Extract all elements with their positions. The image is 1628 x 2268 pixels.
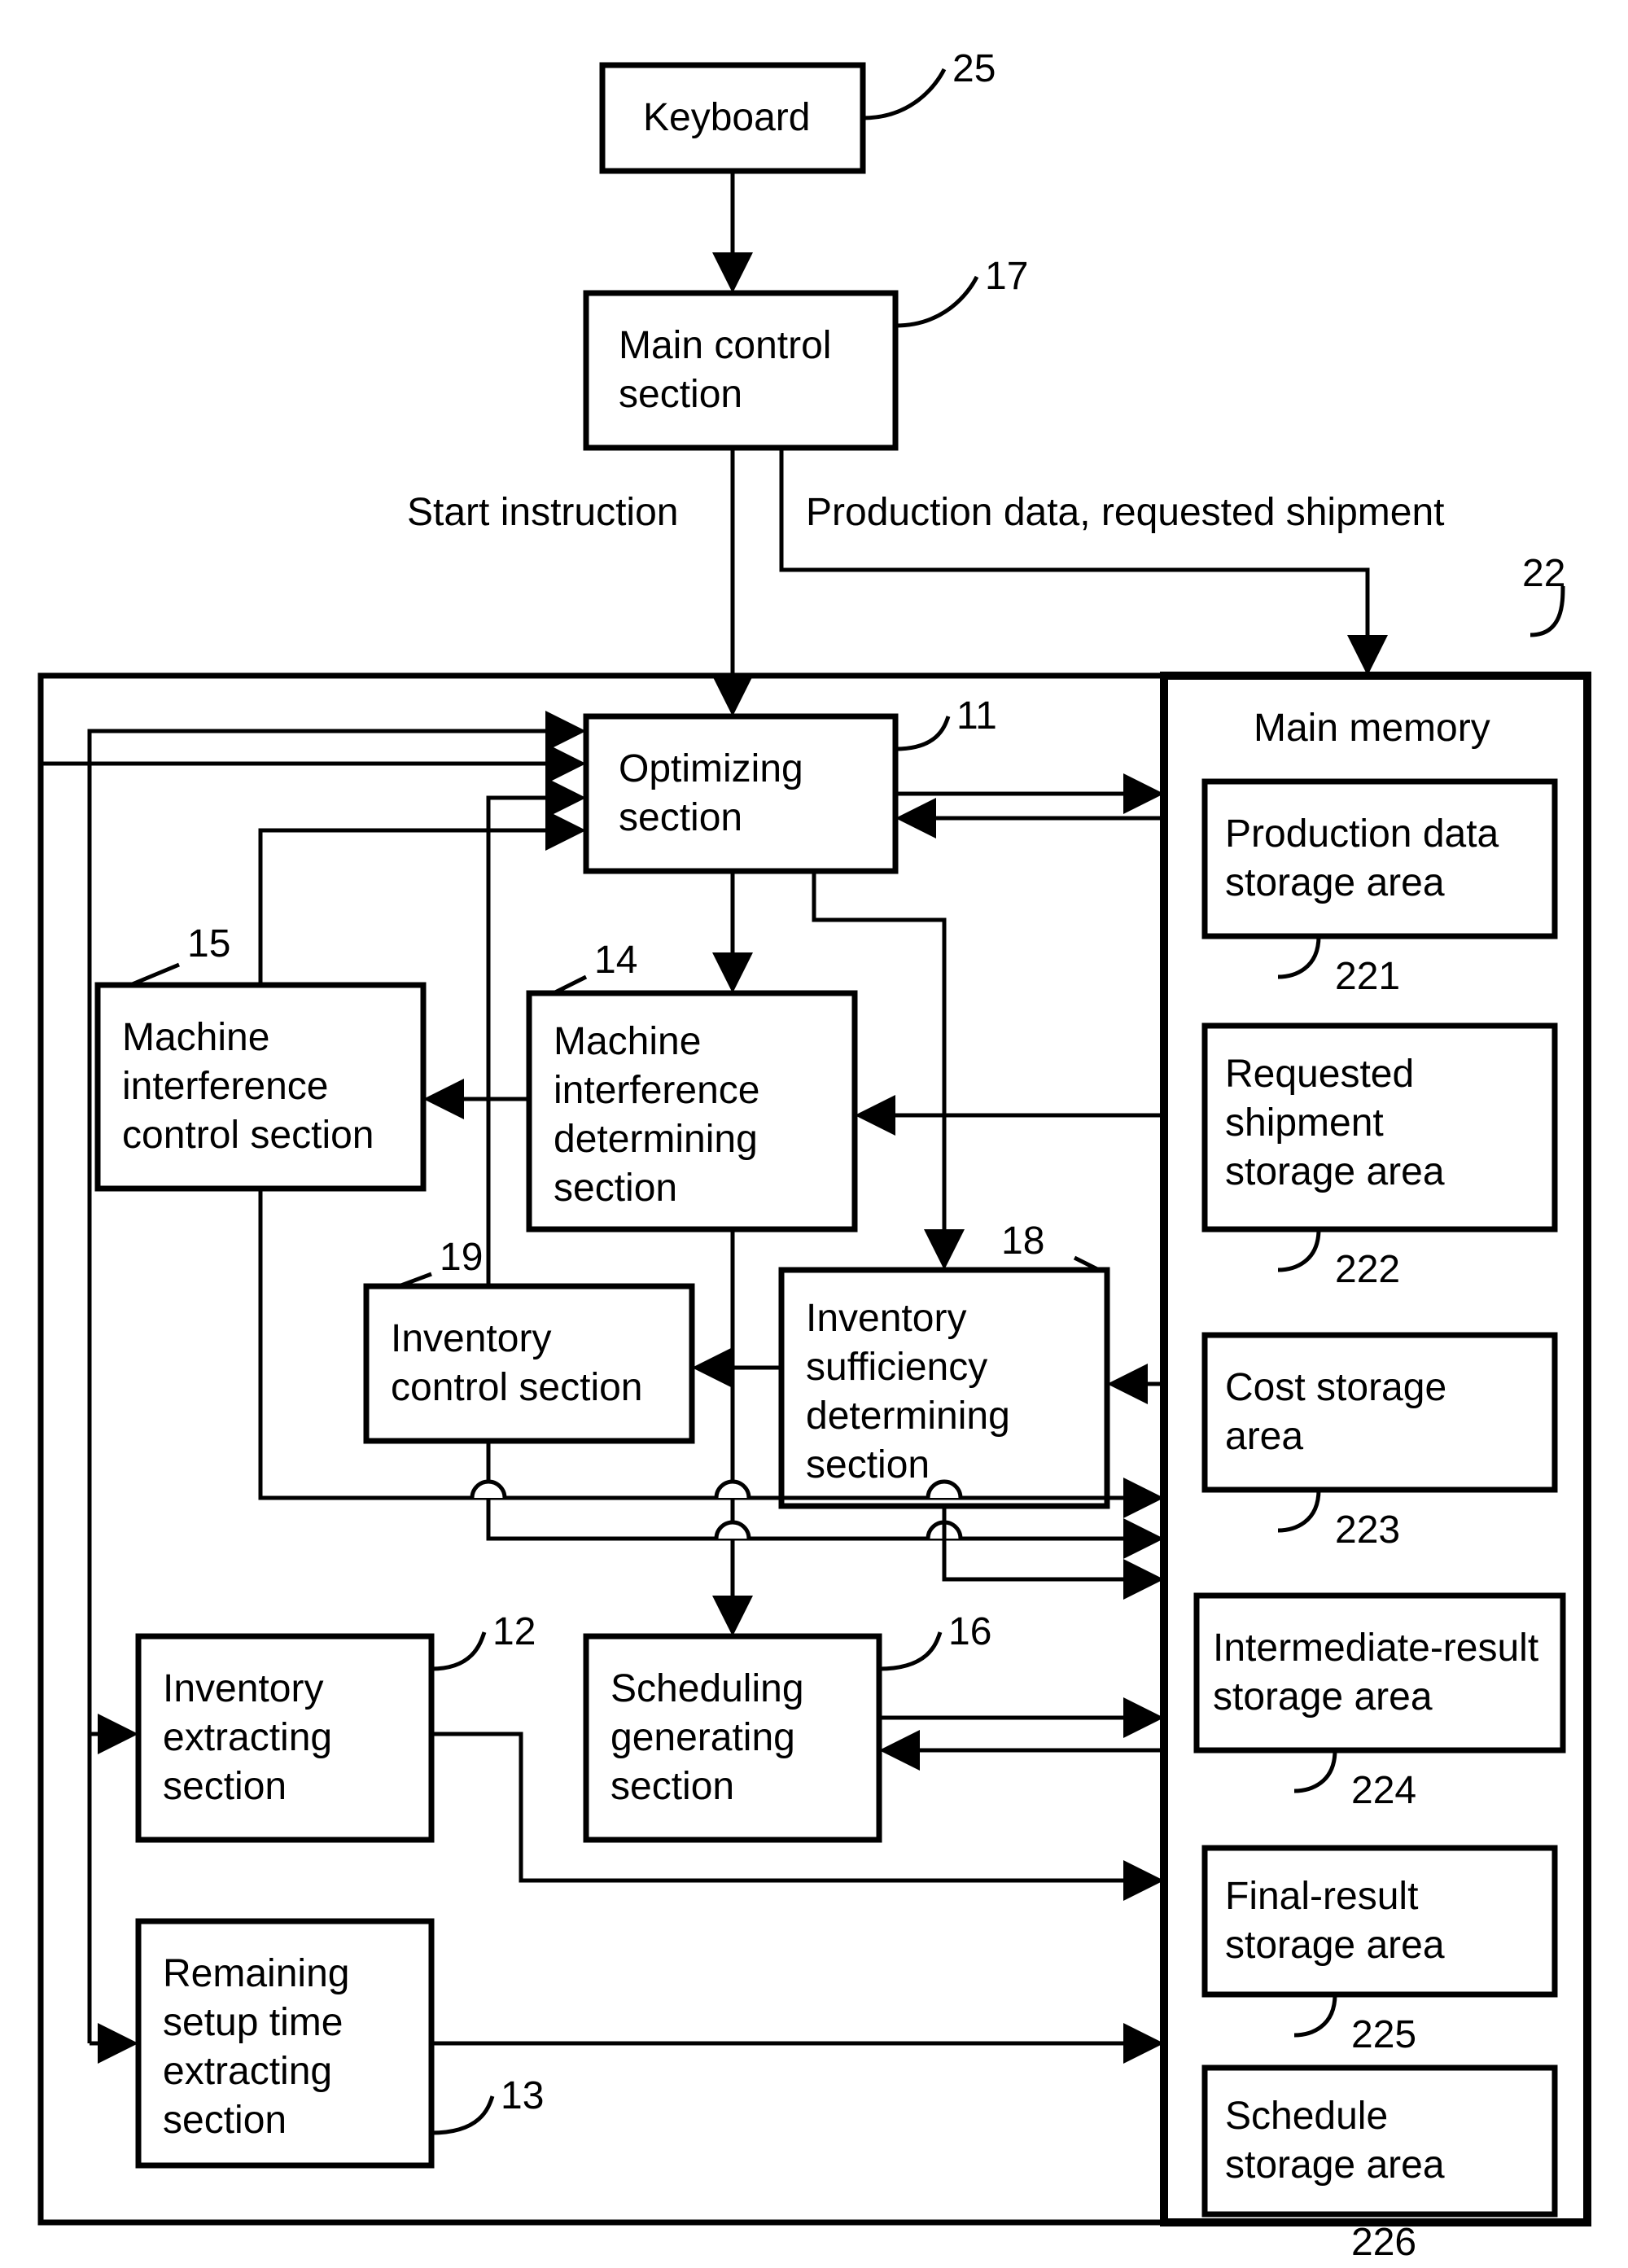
mid-l4: section — [554, 1167, 677, 1210]
iex-l2: extracting — [163, 1716, 332, 1759]
mem-final-l2: storage area — [1225, 1924, 1445, 1967]
mem-cost-box: Cost storage area — [1205, 1335, 1555, 1490]
mem-cost-ref: 223 — [1335, 1508, 1400, 1552]
sched-ref: 16 — [948, 1610, 991, 1653]
main-control-l2: section — [619, 373, 742, 416]
optimizing-ref-leader — [895, 716, 948, 749]
mem-cost-l2: area — [1225, 1415, 1303, 1458]
mic-l1: Machine — [122, 1016, 269, 1059]
mem-final-ref: 225 — [1351, 2013, 1416, 2056]
main-memory-label: Main memory — [1254, 707, 1490, 750]
sched-l1: Scheduling — [610, 1667, 804, 1710]
iex-ref-leader — [431, 1632, 484, 1669]
main-control-box: Main control section — [586, 293, 895, 448]
rst-l1: Remaining — [163, 1952, 349, 1995]
mem-intermediate-ref-leader — [1294, 1750, 1335, 1791]
sched-ref-leader — [879, 1632, 940, 1669]
mem-cost-l1: Cost storage — [1225, 1366, 1446, 1409]
rst-ref: 13 — [501, 2074, 544, 2117]
mem-production-ref: 221 — [1335, 955, 1400, 998]
mic-l3: control section — [122, 1114, 374, 1157]
hop3 — [472, 1482, 505, 1498]
remaining-setup-box: Remaining setup time extracting section — [138, 1921, 431, 2165]
inventory-control-box: Inventory control section — [366, 1286, 692, 1441]
mem-schedule-ref: 226 — [1351, 2221, 1416, 2264]
mem-intermediate-box: Intermediate-result storage area — [1197, 1596, 1563, 1750]
is-l4: section — [806, 1443, 930, 1486]
optimizing-l2: section — [619, 796, 742, 839]
arrow-is-mem — [944, 1506, 1156, 1579]
mem-production-box: Production data storage area — [1205, 782, 1555, 936]
mem-intermediate-l1: Intermediate-result — [1213, 1627, 1538, 1670]
scheduling-box: Scheduling generating section — [586, 1636, 879, 1840]
iex-l1: Inventory — [163, 1667, 323, 1710]
mic-l2: interference — [122, 1065, 328, 1108]
optimizing-l1: Optimizing — [619, 747, 803, 790]
is-ref: 18 — [1001, 1219, 1044, 1263]
mem-requested-ref-leader — [1278, 1229, 1319, 1270]
mid-l3: determining — [554, 1118, 758, 1161]
keyboard-ref: 25 — [952, 47, 996, 90]
is-l1: Inventory — [806, 1297, 966, 1340]
start-instruction-label: Start instruction — [407, 491, 678, 534]
rst-ref-leader — [431, 2096, 492, 2133]
main-control-ref: 17 — [985, 255, 1028, 298]
mid-l1: Machine — [554, 1020, 701, 1063]
mid-ref: 14 — [594, 939, 637, 982]
iex-ref: 12 — [492, 1610, 536, 1653]
arrow-maincontrol-memory — [781, 448, 1368, 668]
is-l3: determining — [806, 1395, 1010, 1438]
iex-l3: section — [163, 1765, 287, 1808]
main-control-ref-leader — [895, 277, 977, 326]
machine-interf-control-box: Machine interference control section — [98, 985, 423, 1189]
is-l2: sufficiency — [806, 1346, 987, 1389]
mid-l2: interference — [554, 1069, 759, 1112]
keyboard-box: Keyboard — [602, 65, 863, 171]
rst-l3: extracting — [163, 2050, 332, 2093]
rst-l2: setup time — [163, 2001, 343, 2044]
hop5 — [928, 1482, 961, 1498]
hop1 — [716, 1522, 749, 1539]
mem-requested-ref: 222 — [1335, 1248, 1400, 1291]
mem-schedule-box: Schedule storage area — [1205, 2068, 1555, 2214]
mem-production-l2: storage area — [1225, 861, 1445, 904]
main-memory-ref: 22 — [1522, 552, 1565, 595]
sched-l3: section — [610, 1765, 734, 1808]
arrow-mic-opt — [260, 830, 578, 985]
mem-intermediate-l2: storage area — [1213, 1675, 1433, 1719]
mem-final-box: Final-result storage area — [1205, 1848, 1555, 1994]
mem-requested-l3: storage area — [1225, 1150, 1445, 1193]
mem-final-l1: Final-result — [1225, 1875, 1418, 1918]
mem-schedule-l2: storage area — [1225, 2143, 1445, 2187]
production-data-label: Production data, requested shipment — [806, 491, 1445, 534]
mem-requested-box: Requested shipment storage area — [1205, 1026, 1555, 1229]
mem-final-ref-leader — [1294, 1994, 1335, 2035]
ic-l1: Inventory — [391, 1317, 551, 1360]
keyboard-ref-leader — [863, 69, 944, 118]
machine-interf-det-box: Machine interference determining section — [529, 993, 855, 1229]
optimizing-box: Optimizing section — [586, 716, 895, 871]
optimizing-ref: 11 — [956, 694, 997, 738]
mem-schedule-l1: Schedule — [1225, 2095, 1388, 2138]
mic-ref-leader — [130, 965, 179, 985]
inventory-suff-box: Inventory sufficiency determining sectio… — [781, 1270, 1107, 1506]
hop4 — [716, 1482, 749, 1498]
main-control-l1: Main control — [619, 324, 831, 367]
rst-l4: section — [163, 2099, 287, 2142]
mem-cost-ref-leader — [1278, 1490, 1319, 1530]
mem-intermediate-ref: 224 — [1351, 1769, 1416, 1812]
inventory-extracting-box: Inventory extracting section — [138, 1636, 431, 1840]
mem-requested-l2: shipment — [1225, 1101, 1384, 1145]
mem-production-l1: Production data — [1225, 812, 1499, 856]
keyboard-label: Keyboard — [643, 96, 810, 139]
ic-l2: control section — [391, 1366, 643, 1409]
mem-requested-l1: Requested — [1225, 1053, 1414, 1096]
mem-production-ref-leader — [1278, 936, 1319, 977]
ic-ref: 19 — [440, 1236, 483, 1279]
mic-ref: 15 — [187, 922, 230, 965]
sched-l2: generating — [610, 1716, 795, 1759]
